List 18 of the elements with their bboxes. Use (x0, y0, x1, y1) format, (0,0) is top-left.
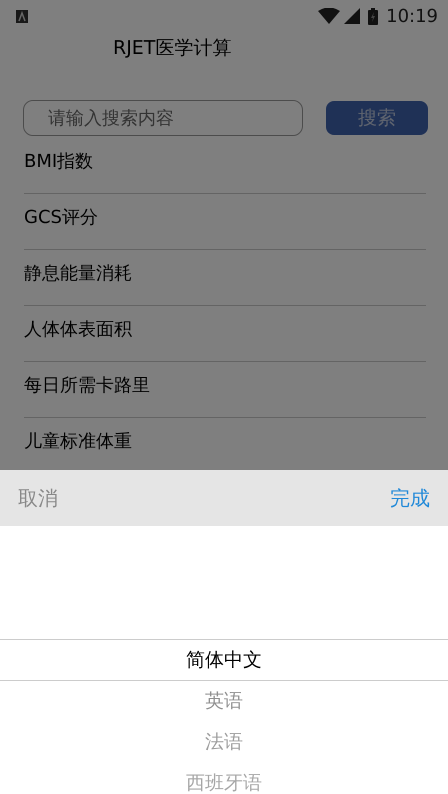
list-item[interactable]: 儿童标准体重 (24, 431, 132, 452)
picker-option[interactable]: 法语 (205, 731, 243, 753)
picker-option[interactable]: 英语 (205, 690, 243, 712)
list-item[interactable]: GCS评分 (24, 207, 98, 228)
picker-option[interactable]: 简体中文 (186, 649, 262, 671)
cancel-button[interactable]: 取消 (18, 483, 58, 513)
status-time: 10:19 (386, 4, 438, 28)
list-item[interactable]: 每日所需卡路里 (24, 375, 150, 396)
search-field[interactable]: 请输入搜索内容 (23, 100, 303, 136)
battery-icon (368, 8, 378, 24)
wifi-icon (318, 8, 340, 24)
list-item[interactable]: 人体体表面积 (24, 319, 132, 340)
list-item[interactable]: BMI指数 (24, 151, 94, 172)
signal-icon (344, 8, 360, 24)
app-title: RJET医学计算 (113, 36, 232, 61)
notification-icon (16, 10, 28, 22)
done-button[interactable]: 完成 (390, 483, 430, 513)
list-item[interactable]: 静息能量消耗 (24, 263, 132, 284)
